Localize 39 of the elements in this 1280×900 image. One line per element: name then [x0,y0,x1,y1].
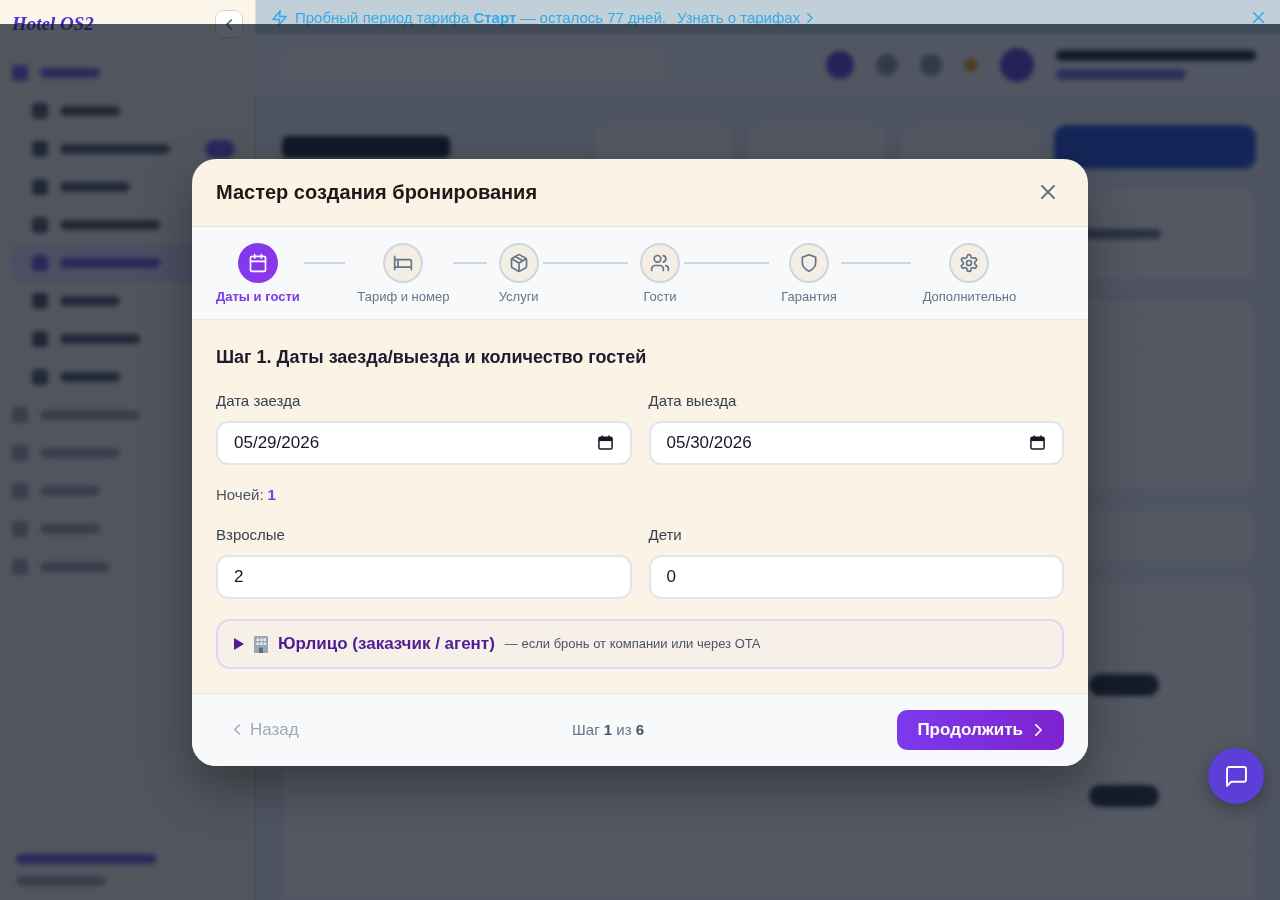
field-label: Взрослые [216,524,285,545]
wizard-step-tab[interactable]: Тариф и номер [357,242,450,305]
date-input[interactable]: 05/30/2026 [648,420,1064,465]
lightning-icon [272,9,287,26]
chat-bubble-icon [1225,765,1247,787]
calendar-icon [237,242,278,283]
field-label: Дети [648,524,682,545]
step-counter: Шаг 1 из 6 [572,721,645,738]
logo-text: Hotel OS2 [12,13,94,35]
bed-icon [383,242,424,283]
number-input[interactable]: 2 [216,554,632,599]
number-input[interactable]: 0 [648,554,1064,599]
gear-icon [949,242,990,283]
calendar-icon[interactable] [1030,434,1045,450]
close-icon [1253,12,1264,23]
field-label: Дата выезда [648,390,737,411]
chevron-right-icon [1035,723,1042,736]
step-heading: Шаг 1. Даты заезда/выезда и количество гостей [216,345,648,368]
calendar-icon[interactable] [597,434,613,450]
people-icon [640,242,680,283]
close-icon [1041,185,1055,199]
legal-entity-toggle[interactable]: Юрлицо (заказчик / агент) — если бронь от компании или через OTA [216,618,1064,669]
wizard-step-tab[interactable]: Гарантия [781,242,837,305]
date-input[interactable]: 05/29/2026 [216,420,632,465]
box-icon [498,242,539,283]
building-icon [252,634,270,653]
field-label: Дата заезда [216,390,301,411]
wizard-step-tab[interactable]: Дополнительно [922,242,1017,305]
chevron-right-icon [807,12,814,23]
shield-icon [789,242,830,283]
wizard-step-tab[interactable]: Услуги [498,242,539,305]
trial-message: Пробный период тарифа Старт — осталось 77 дней. [295,9,666,26]
wizard-step-tab[interactable]: Гости [640,242,680,305]
nights-label: Ночей: [216,484,264,505]
nights-value: 1 [267,484,276,505]
dialog-title: Мастер создания бронирования [216,180,538,204]
wizard-step-tab[interactable]: Даты и гости [216,242,300,305]
continue-button[interactable]: Продолжить [897,709,1064,750]
chevron-left-icon [234,724,240,735]
